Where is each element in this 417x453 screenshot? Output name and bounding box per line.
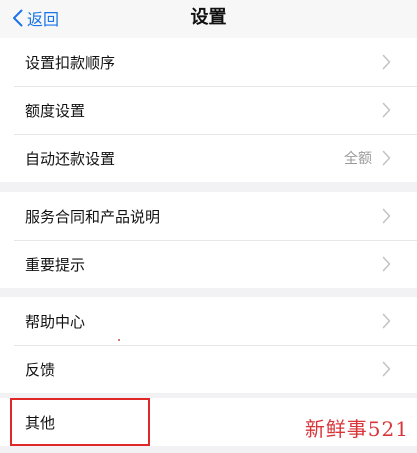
settings-row-deduction-order[interactable]: 设置扣款顺序 (0, 38, 417, 86)
chevron-right-icon (382, 102, 391, 118)
row-label: 反馈 (25, 360, 56, 379)
settings-group-1: 设置扣款顺序 额度设置 自动还款设置 全额 (0, 38, 417, 182)
row-label: 设置扣款顺序 (25, 53, 116, 72)
settings-group-3: 帮助中心 反馈 (0, 297, 417, 393)
navigation-bar: 返回 设置 (0, 0, 417, 38)
page-title: 设置 (190, 7, 227, 28)
chevron-right-icon (382, 256, 391, 272)
chevron-right-icon (382, 313, 391, 329)
settings-row-contract[interactable]: 服务合同和产品说明 (0, 192, 417, 240)
settings-row-important-notice[interactable]: 重要提示 (0, 240, 417, 288)
row-value: 全额 (344, 151, 372, 167)
row-label: 重要提示 (25, 255, 86, 274)
settings-row-limit[interactable]: 额度设置 (0, 86, 417, 134)
settings-row-auto-repay[interactable]: 自动还款设置 全额 (0, 134, 417, 182)
settings-row-feedback[interactable]: 反馈 (0, 345, 417, 393)
chevron-right-icon (382, 361, 391, 377)
stray-dot (118, 339, 120, 341)
row-label: 帮助中心 (25, 312, 86, 331)
settings-group-2: 服务合同和产品说明 重要提示 (0, 192, 417, 288)
row-label: 服务合同和产品说明 (25, 207, 161, 226)
chevron-right-icon (382, 54, 391, 70)
row-label: 额度设置 (25, 101, 86, 120)
row-label: 自动还款设置 (25, 149, 116, 168)
watermark: 新鲜事521 (304, 417, 409, 441)
chevron-right-icon (382, 208, 391, 224)
settings-row-help-center[interactable]: 帮助中心 (0, 297, 417, 345)
chevron-right-icon (382, 150, 391, 166)
